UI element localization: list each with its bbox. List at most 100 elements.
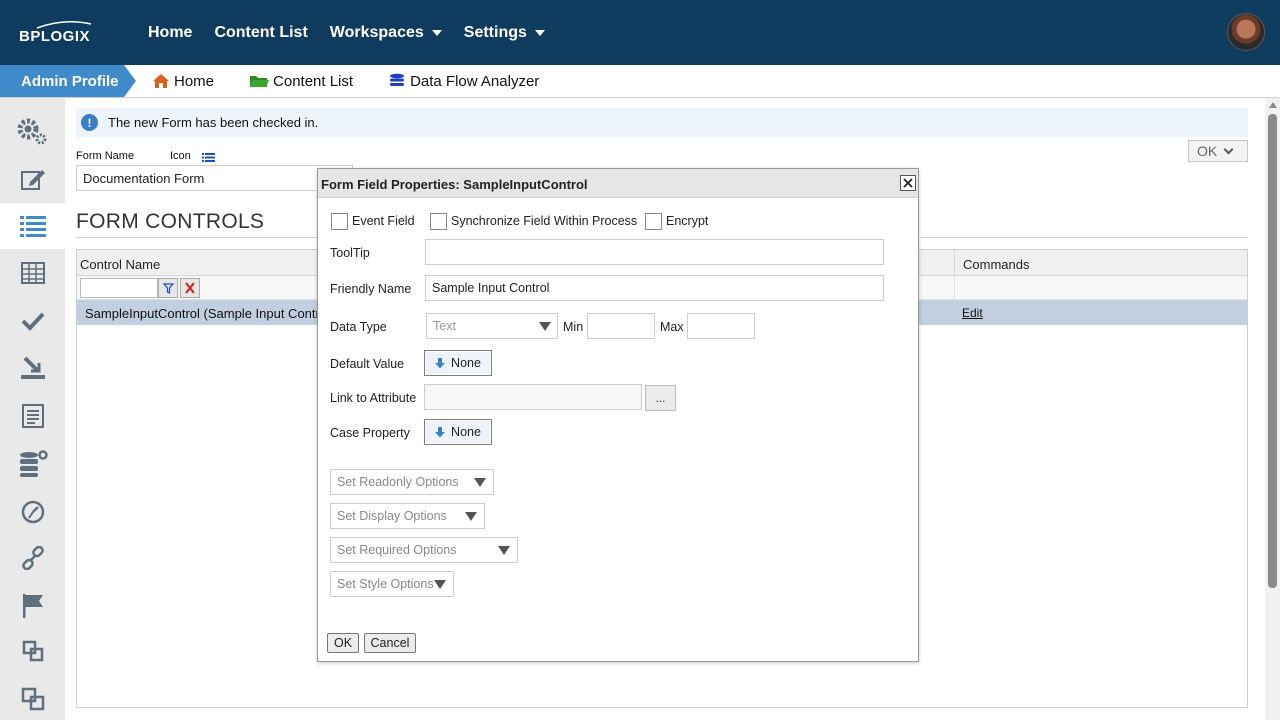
form-name-input[interactable]: Documentation Form [76, 165, 353, 191]
max-input[interactable] [687, 313, 755, 339]
info-icon: ! [81, 114, 98, 131]
sidebar-download[interactable] [0, 345, 65, 391]
readonly-options-select[interactable]: Set Readonly Options [330, 469, 494, 495]
icon-label: Icon [170, 150, 191, 162]
display-options-select[interactable]: Set Display Options [330, 503, 485, 529]
dialog-close-button[interactable] [900, 175, 916, 191]
tooltip-label: ToolTip [330, 246, 370, 260]
subnav-data-flow-analyzer[interactable]: Data Flow Analyzer [388, 73, 539, 90]
timer-icon [21, 500, 44, 524]
event-field-label: Event Field [352, 214, 415, 228]
style-options-select[interactable]: Set Style Options [330, 571, 454, 597]
download-icon [20, 356, 45, 379]
bplogix-logo[interactable]: BPLOGIX [19, 20, 109, 46]
flag-icon [22, 594, 43, 618]
ok-dropdown-button[interactable]: OK [1188, 140, 1248, 162]
banner-text: The new Form has been checked in. [108, 115, 319, 130]
topnav-settings[interactable]: Settings [464, 24, 545, 42]
topnav-content-list[interactable]: Content List [214, 24, 307, 42]
topnav-content-list-label: Content List [214, 23, 308, 41]
scroll-up-icon[interactable] [1269, 102, 1277, 108]
dropdown-arrow-icon [539, 322, 551, 331]
user-avatar[interactable] [1227, 13, 1265, 51]
form-field-properties-dialog: Form Field Properties: SampleInputContro… [317, 168, 919, 662]
link-attribute-input[interactable] [424, 384, 642, 410]
topnav-workspaces-label: Workspaces [329, 23, 424, 41]
arrow-down-icon [435, 357, 446, 368]
column-header-control-name[interactable]: Control Name [80, 257, 160, 272]
data-type-label: Data Type [330, 320, 387, 334]
admin-profile-tab[interactable]: Admin Profile [0, 65, 136, 97]
check-icon [21, 312, 44, 331]
sidebar-link[interactable] [0, 535, 65, 581]
sidebar-document-list[interactable] [0, 393, 65, 439]
sidebar-gears[interactable] [0, 109, 65, 155]
filter-button[interactable] [158, 278, 178, 298]
case-property-none-button[interactable]: None [424, 419, 492, 445]
sidebar-layers-alt[interactable] [0, 676, 65, 722]
link-icon [21, 546, 44, 570]
data-type-select[interactable]: Text [426, 313, 558, 339]
subnav-content-list-label: Content List [273, 72, 354, 90]
column-header-commands[interactable]: Commands [954, 250, 1029, 276]
filter-input[interactable] [80, 278, 158, 298]
friendly-name-label: Friendly Name [330, 282, 412, 296]
close-icon [903, 178, 913, 188]
topnav-workspaces[interactable]: Workspaces [330, 24, 442, 42]
readonly-options-label: Set Readonly Options [337, 475, 459, 489]
dialog-title: Form Field Properties: SampleInputContro… [321, 177, 588, 192]
database-icon [390, 73, 405, 86]
min-input[interactable] [587, 313, 655, 339]
dropdown-arrow-icon [434, 580, 446, 589]
ok-button-label: OK [333, 636, 353, 650]
sidebar-flag[interactable] [0, 583, 65, 629]
topnav-home-label: Home [148, 23, 193, 41]
row-edit-link[interactable]: Edit [962, 306, 983, 320]
sidebar-timer[interactable] [0, 488, 65, 534]
case-property-label: Case Property [330, 426, 410, 440]
topnav-settings-label: Settings [463, 23, 527, 41]
required-options-select[interactable]: Set Required Options [330, 537, 518, 563]
list-icon [19, 216, 46, 237]
topnav-home[interactable]: Home [148, 24, 192, 42]
default-value-none-button[interactable]: None [424, 350, 492, 376]
event-field-checkbox[interactable] [331, 213, 348, 230]
admin-profile-label: Admin Profile [21, 72, 119, 90]
tooltip-input[interactable] [425, 239, 884, 265]
chevron-down-icon [1223, 144, 1234, 154]
top-navigation-bar: BPLOGIX Home Content List Workspaces Set… [0, 0, 1280, 65]
min-label: Min [563, 320, 584, 334]
layers-alt-icon [21, 687, 44, 711]
layers-icon [22, 640, 43, 662]
sidebar-check[interactable] [0, 298, 65, 344]
clear-filter-button[interactable] [180, 278, 200, 298]
list-icon[interactable] [202, 153, 215, 162]
max-label: Max [660, 320, 684, 334]
dropdown-arrow-icon [465, 512, 477, 521]
subnav-home[interactable]: Home [152, 73, 214, 90]
encrypt-checkbox[interactable] [645, 213, 662, 230]
sidebar-form-controls[interactable] [0, 203, 65, 249]
browse-button-label: ... [655, 391, 666, 405]
scroll-thumb[interactable] [1268, 114, 1277, 588]
subnav-content-list[interactable]: Content List [249, 73, 353, 90]
info-banner: ! The new Form has been checked in. [76, 108, 1248, 137]
dropdown-arrow-icon [474, 478, 486, 487]
sidebar-database-gear[interactable] [0, 440, 65, 486]
sidebar-edit[interactable] [0, 157, 65, 203]
friendly-name-input[interactable]: Sample Input Control [425, 275, 884, 301]
arrow-down-icon [435, 426, 446, 437]
ok-button[interactable]: OK [327, 633, 359, 653]
link-attribute-browse-button[interactable]: ... [645, 385, 676, 411]
top-nav: Home Content List Workspaces Settings [148, 0, 567, 65]
cancel-button[interactable]: Cancel [364, 633, 416, 653]
form-name-label: Form Name [76, 150, 135, 162]
default-value-label: Default Value [330, 357, 405, 371]
sidebar-layers[interactable] [0, 628, 65, 674]
page-scrollbar[interactable] [1265, 98, 1280, 720]
secondary-navigation-bar: Admin Profile Home Content List Data Flo… [0, 65, 1280, 98]
dropdown-arrow-icon [498, 546, 510, 555]
sidebar-table[interactable] [0, 250, 65, 296]
subnav-home-label: Home [174, 72, 215, 90]
synchronize-field-checkbox[interactable] [430, 213, 447, 230]
